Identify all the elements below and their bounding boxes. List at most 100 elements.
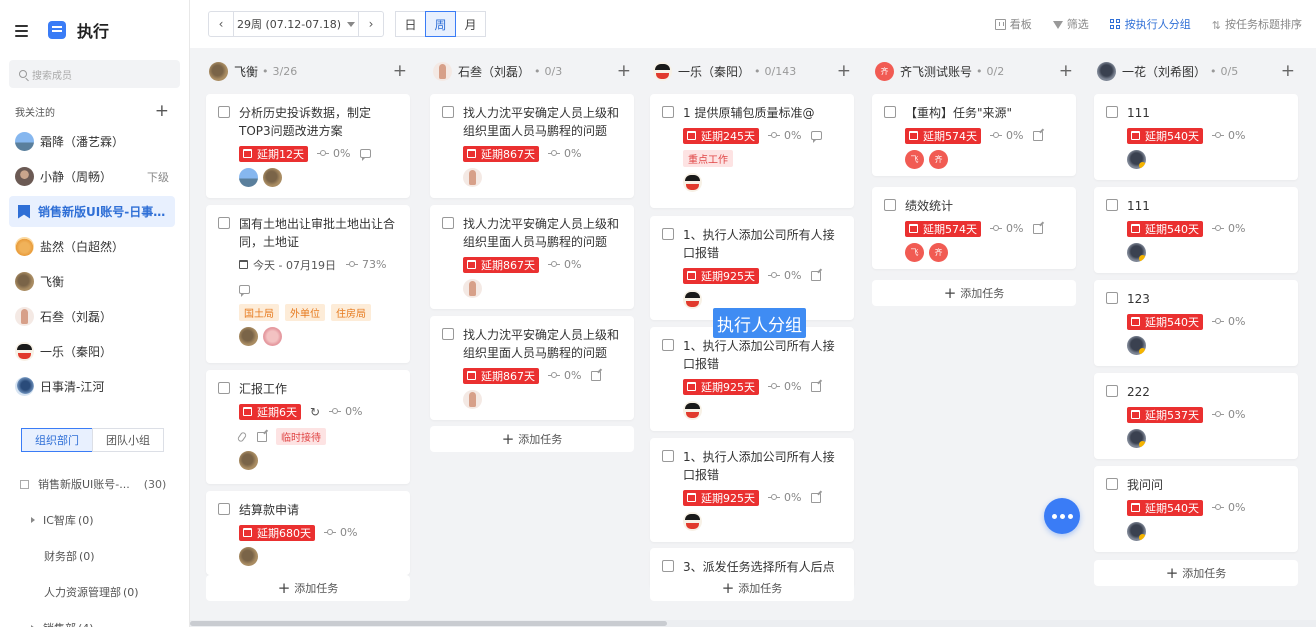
scrollbar-thumb[interactable] [190,621,667,626]
task-checkbox[interactable] [218,217,230,229]
add-task-icon[interactable]: + [1281,62,1295,80]
mode-month[interactable]: 月 [455,11,486,37]
task-checkbox[interactable] [662,228,674,240]
task-checkbox[interactable] [1106,478,1118,490]
task-title[interactable]: 111 [1127,197,1150,215]
task-card[interactable]: 123 延期540天 0% [1094,280,1298,366]
task-checkbox[interactable] [1106,106,1118,118]
add-following-button[interactable]: + [155,102,169,120]
add-task-button[interactable]: + 添加任务 [430,426,634,452]
task-card[interactable]: 【重构】任务"来源" 延期574天 0% 飞齐 [872,94,1076,176]
task-card[interactable]: 1、执行人添加公司所有人接口报错 延期925天 0% [650,327,854,431]
add-task-icon[interactable]: + [837,62,851,80]
task-card[interactable]: 找人力沈平安确定人员上级和组织里面人员马鹏程的问题 延期867天 0% [430,94,634,198]
mode-week[interactable]: 周 [425,11,456,37]
task-card[interactable]: 111 延期540天 0% [1094,187,1298,273]
task-checkbox[interactable] [662,560,674,572]
task-title[interactable]: 国有土地出让审批土地出让合同，土地证 [239,215,398,251]
task-card[interactable]: 结算款申请 延期680天 0% [206,491,410,575]
more-actions-button[interactable] [1044,498,1080,534]
task-checkbox[interactable] [218,106,230,118]
task-title[interactable]: 找人力沈平安确定人员上级和组织里面人员马鹏程的问题 [463,104,622,140]
task-checkbox[interactable] [218,382,230,394]
prev-week-button[interactable]: ‹ [209,12,233,36]
task-title[interactable]: 找人力沈平安确定人员上级和组织里面人员马鹏程的问题 [463,215,622,251]
task-checkbox[interactable] [1106,292,1118,304]
member-search-input[interactable]: 搜索成员 [9,60,180,88]
task-title[interactable]: 222 [1127,383,1150,401]
add-task-icon[interactable]: + [1059,62,1073,80]
add-task-icon[interactable]: + [393,62,407,80]
task-card[interactable]: 1、执行人添加公司所有人接口报错 延期925天 0% [650,438,854,542]
task-tag[interactable]: 住房局 [331,304,371,321]
sidebar-item[interactable]: 盐然（白超然） [9,231,175,262]
sort-by-title-button[interactable]: ⇅ 按任务标题排序 [1212,16,1302,32]
task-checkbox[interactable] [662,106,674,118]
task-title[interactable]: 【重构】任务"来源" [905,104,1012,122]
task-checkbox[interactable] [218,503,230,515]
task-card[interactable]: 绩效统计 延期574天 0% 飞齐 [872,187,1076,269]
task-title[interactable]: 1、执行人添加公司所有人接口报错 [683,337,842,373]
task-card[interactable]: 111 延期540天 0% [1094,94,1298,180]
sidebar-item[interactable]: 小静（周畅） 下级 [9,161,175,192]
task-checkbox[interactable] [442,328,454,340]
comment-icon[interactable] [811,131,823,143]
edit-icon[interactable] [811,381,822,392]
task-checkbox[interactable] [1106,385,1118,397]
comment-icon[interactable] [239,285,250,297]
task-checkbox[interactable] [442,106,454,118]
edit-icon[interactable] [1033,223,1044,234]
org-node[interactable]: 销售部(4) [0,610,189,627]
expand-arrow-icon[interactable] [31,517,35,523]
task-card[interactable]: 汇报工作 延期6天 ↻ 0% 临时接待 [206,370,410,484]
next-week-button[interactable]: › [359,12,383,36]
edit-icon[interactable] [811,270,822,281]
task-card[interactable]: 找人力沈平安确定人员上级和组织里面人员马鹏程的问题 延期867天 0% [430,316,634,420]
add-task-button[interactable]: + 添加任务 [1094,560,1298,586]
add-task-button[interactable]: + 添加任务 [872,280,1076,306]
task-title[interactable]: 结算款申请 [239,501,299,519]
task-tag[interactable]: 重点工作 [683,150,733,167]
mode-day[interactable]: 日 [395,11,426,37]
task-title[interactable]: 123 [1127,290,1150,308]
task-checkbox[interactable] [884,106,896,118]
week-select[interactable]: 29周 (07.12-07.18) [233,12,359,36]
task-title[interactable]: 1、执行人添加公司所有人接口报错 [683,448,842,484]
task-title[interactable]: 111 [1127,104,1150,122]
task-card[interactable]: 我问问 延期540天 0% [1094,466,1298,552]
org-root[interactable]: 销售新版UI账号-... (30) [0,466,189,502]
org-node[interactable]: IC智库 (0) [0,502,189,538]
sidebar-item[interactable]: 飞衡 [9,266,175,297]
sidebar-item[interactable]: 销售新版UI账号-日事清... [9,196,175,227]
task-card[interactable]: 222 延期537天 0% [1094,373,1298,459]
horizontal-scrollbar[interactable] [190,620,1316,627]
tab-team[interactable]: 团队小组 [92,428,164,452]
edit-icon[interactable] [1033,130,1044,141]
task-card[interactable]: 国有土地出让审批土地出让合同，土地证 今天 - 07月19日 73% 国土局 外单位 住房… [206,205,410,363]
group-by-assignee-button[interactable]: 按执行人分组 [1109,16,1191,32]
org-node[interactable]: 财务部 (0) [0,538,189,574]
task-checkbox[interactable] [662,339,674,351]
task-title[interactable]: 汇报工作 [239,380,287,398]
filter-button[interactable]: 筛选 [1052,16,1089,32]
task-title[interactable]: 我问问 [1127,476,1163,494]
add-task-button[interactable]: + 添加任务 [650,575,854,601]
task-tag[interactable]: 临时接待 [276,428,326,445]
comment-icon[interactable] [360,149,372,161]
sidebar-item[interactable]: 一乐（秦阳） [9,336,175,367]
task-title[interactable]: 1、执行人添加公司所有人接口报错 [683,226,842,262]
task-title[interactable]: 找人力沈平安确定人员上级和组织里面人员马鹏程的问题 [463,326,622,362]
task-card[interactable]: 找人力沈平安确定人员上级和组织里面人员马鹏程的问题 延期867天 0% [430,205,634,309]
menu-icon[interactable] [15,24,28,37]
org-node[interactable]: 人力资源管理部 (0) [0,574,189,610]
attachment-icon[interactable] [236,430,248,443]
task-checkbox[interactable] [442,217,454,229]
board-view-button[interactable]: 看板 [994,16,1032,32]
task-title[interactable]: 1 提供原辅包质量标准@ [683,104,814,122]
task-checkbox[interactable] [662,450,674,462]
task-checkbox[interactable] [1106,199,1118,211]
task-tag[interactable]: 外单位 [285,304,325,321]
edit-icon[interactable] [591,370,602,381]
sidebar-item[interactable]: 霜降（潘艺霖） [9,126,175,157]
sidebar-item[interactable]: 石叁（刘磊） [9,301,175,332]
